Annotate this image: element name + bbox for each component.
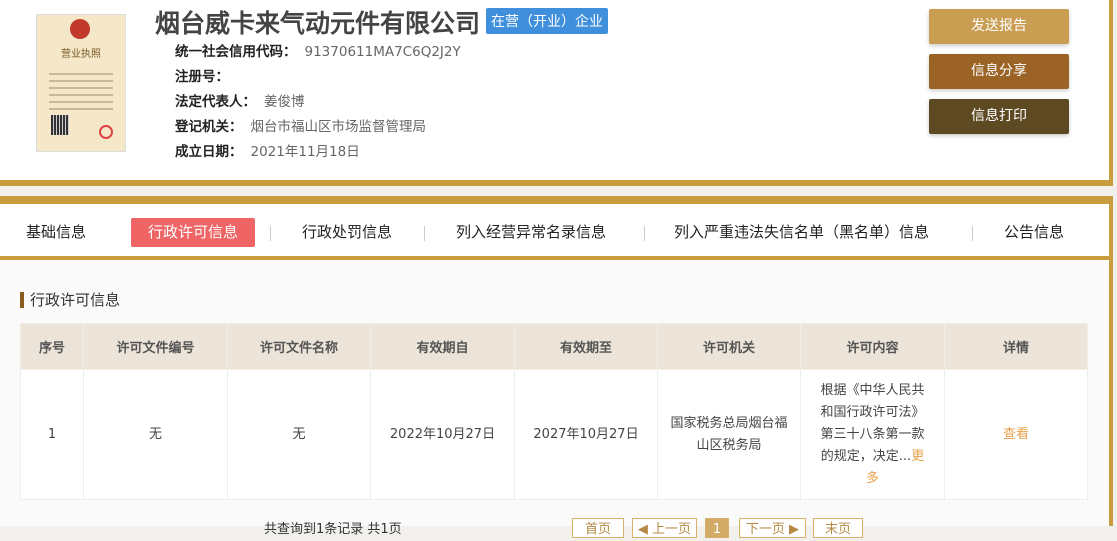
col-header: 许可文件编号 (83, 323, 228, 370)
cell-content: 根据《中华人民共和国行政许可法》第三十八条第一款的规定，决定...更多 (800, 369, 945, 500)
established-row: 成立日期： 2021年11月18日 (175, 140, 360, 160)
field-label: 统一社会信用代码： (175, 44, 297, 60)
col-header: 许可机关 (657, 323, 801, 370)
tab-basic[interactable]: 基础信息 (9, 218, 103, 247)
field-label: 成立日期： (175, 144, 243, 160)
license-title: 营业执照 (61, 49, 101, 60)
col-header: 许可文件名称 (227, 323, 371, 370)
tab-bar: 基础信息 行政许可信息 行政处罚信息 列入经营异常名录信息 列入严重违法失信名单… (0, 204, 1109, 260)
col-header: 有效期至 (514, 323, 658, 370)
company-name: 烟台威卡来气动元件有限公司 (155, 9, 481, 38)
tab-announcements[interactable]: 公告信息 (987, 218, 1081, 247)
field-value: 91370611MA7C6Q2J2Y (304, 44, 461, 60)
col-header: 详情 (944, 323, 1088, 370)
legal-rep-row: 法定代表人： 姜俊博 (175, 90, 305, 110)
cell-from: 2022年10月27日 (370, 369, 515, 500)
field-label: 法定代表人： (175, 94, 256, 110)
first-page-button[interactable]: 首页 (572, 518, 624, 538)
cell-authority: 国家税务总局烟台福山区税务局 (657, 369, 801, 500)
qr-code-icon (51, 115, 69, 135)
cell-to: 2027年10月27日 (514, 369, 658, 500)
print-button[interactable]: 信息打印 (929, 99, 1069, 134)
field-value: 2021年11月18日 (250, 144, 360, 160)
cell-doc-name: 无 (227, 369, 371, 500)
section-title: 行政许可信息 (20, 292, 120, 308)
tab-admin-penalty[interactable]: 行政处罚信息 (285, 218, 409, 247)
table-header-row: 序号 许可文件编号 许可文件名称 有效期自 有效期至 许可机关 许可内容 详情 (20, 323, 1088, 370)
field-value: 烟台市福山区市场监督管理局 (250, 119, 427, 135)
next-page-button[interactable]: 下一页 ▶ (739, 518, 806, 538)
field-label: 登记机关： (175, 119, 243, 135)
col-header: 许可内容 (800, 323, 945, 370)
prev-page-button[interactable]: ◀ 上一页 (632, 518, 697, 538)
info-card: 基础信息 行政许可信息 行政处罚信息 列入经营异常名录信息 列入严重违法失信名单… (0, 196, 1113, 538)
field-value: 姜俊博 (264, 94, 305, 110)
field-label: 注册号： (175, 69, 229, 85)
license-table: 序号 许可文件编号 许可文件名称 有效期自 有效期至 许可机关 许可内容 详情 … (20, 323, 1088, 500)
seal-icon (99, 125, 113, 139)
credit-code-row: 统一社会信用代码： 91370611MA7C6Q2J2Y (175, 40, 461, 60)
col-header: 序号 (20, 323, 84, 370)
reg-no-row: 注册号： (175, 65, 237, 85)
tab-admin-license[interactable]: 行政许可信息 (131, 218, 256, 247)
national-emblem-icon (70, 19, 90, 39)
company-header: 营业执照 烟台威卡来气动元件有限公司 在营（开业）企业 统一社会信用代码： 913… (0, 0, 1113, 186)
view-link[interactable]: 查看 (944, 369, 1088, 500)
page-1-button[interactable]: 1 (705, 518, 729, 538)
last-page-button[interactable]: 末页 (813, 518, 863, 538)
pagination-summary: 共查询到1条记录 共1页 (264, 522, 402, 537)
cell-no: 1 (20, 369, 84, 500)
content-text: 根据《中华人民共和国行政许可法》第三十八条第一款的规定，决定... (820, 382, 925, 464)
authority-row: 登记机关： 烟台市福山区市场监督管理局 (175, 115, 426, 135)
col-header: 有效期自 (370, 323, 515, 370)
cell-doc-no: 无 (83, 369, 228, 500)
tab-blacklist[interactable]: 列入严重违法失信名单（黑名单）信息 (657, 218, 946, 247)
business-license-image[interactable]: 营业执照 (36, 14, 126, 152)
status-badge: 在营（开业）企业 (486, 8, 608, 34)
share-button[interactable]: 信息分享 (929, 54, 1069, 89)
tab-abnormal-list[interactable]: 列入经营异常名录信息 (439, 218, 623, 247)
send-report-button[interactable]: 发送报告 (929, 9, 1069, 44)
table-row: 1 无 无 2022年10月27日 2027年10月27日 国家税务总局烟台福山… (20, 369, 1088, 500)
